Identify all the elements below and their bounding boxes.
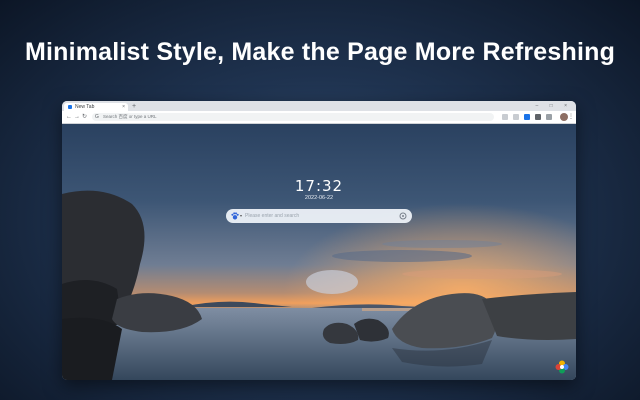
extension-icon[interactable] bbox=[524, 114, 530, 120]
search-engine-g-icon: G bbox=[95, 114, 99, 120]
address-bar-placeholder: Search 百度 or type a URL bbox=[103, 114, 157, 119]
baidu-paw-icon[interactable] bbox=[230, 211, 240, 221]
search-input[interactable] bbox=[245, 210, 395, 222]
browser-toolbar: ← → ↻ G Search 百度 or type a URL ⋮ bbox=[62, 111, 576, 124]
address-bar[interactable]: G Search 百度 or type a URL bbox=[92, 113, 494, 121]
image-search-icon[interactable] bbox=[398, 211, 408, 221]
forward-button[interactable]: → bbox=[74, 112, 80, 122]
reload-button[interactable]: ↻ bbox=[82, 112, 87, 122]
promo-headline: Minimalist Style, Make the Page More Ref… bbox=[24, 38, 616, 66]
tab-new-tab[interactable]: New Tab × bbox=[64, 103, 128, 111]
tab-favicon-icon bbox=[68, 105, 72, 109]
menu-icon[interactable]: ⋮ bbox=[568, 112, 574, 122]
window-controls[interactable]: – □ × bbox=[536, 102, 573, 110]
share-icon[interactable] bbox=[502, 114, 508, 120]
clock-time: 17:32 bbox=[294, 177, 344, 195]
bookmark-star-icon[interactable] bbox=[513, 114, 519, 120]
browser-window: New Tab × + – □ × ← → ↻ G Search 百度 or t… bbox=[62, 101, 576, 380]
new-tab-page: 17:32 2022-06-22 ▾ bbox=[62, 124, 576, 380]
puzzle-icon[interactable] bbox=[546, 114, 552, 120]
search-bar[interactable]: ▾ bbox=[226, 209, 412, 223]
tab-strip: New Tab × + – □ × bbox=[62, 101, 576, 111]
tab-close-icon[interactable]: × bbox=[122, 103, 125, 111]
tab-title: New Tab bbox=[75, 104, 95, 110]
avatar[interactable] bbox=[560, 113, 568, 121]
extension-icon[interactable] bbox=[535, 114, 541, 120]
landscape-background bbox=[62, 124, 576, 380]
flower-settings-icon[interactable] bbox=[555, 360, 569, 374]
clock-date: 2022-06-22 bbox=[304, 195, 334, 201]
back-button[interactable]: ← bbox=[66, 112, 72, 122]
new-tab-button[interactable]: + bbox=[132, 102, 136, 111]
engine-dropdown-icon[interactable]: ▾ bbox=[240, 211, 242, 221]
